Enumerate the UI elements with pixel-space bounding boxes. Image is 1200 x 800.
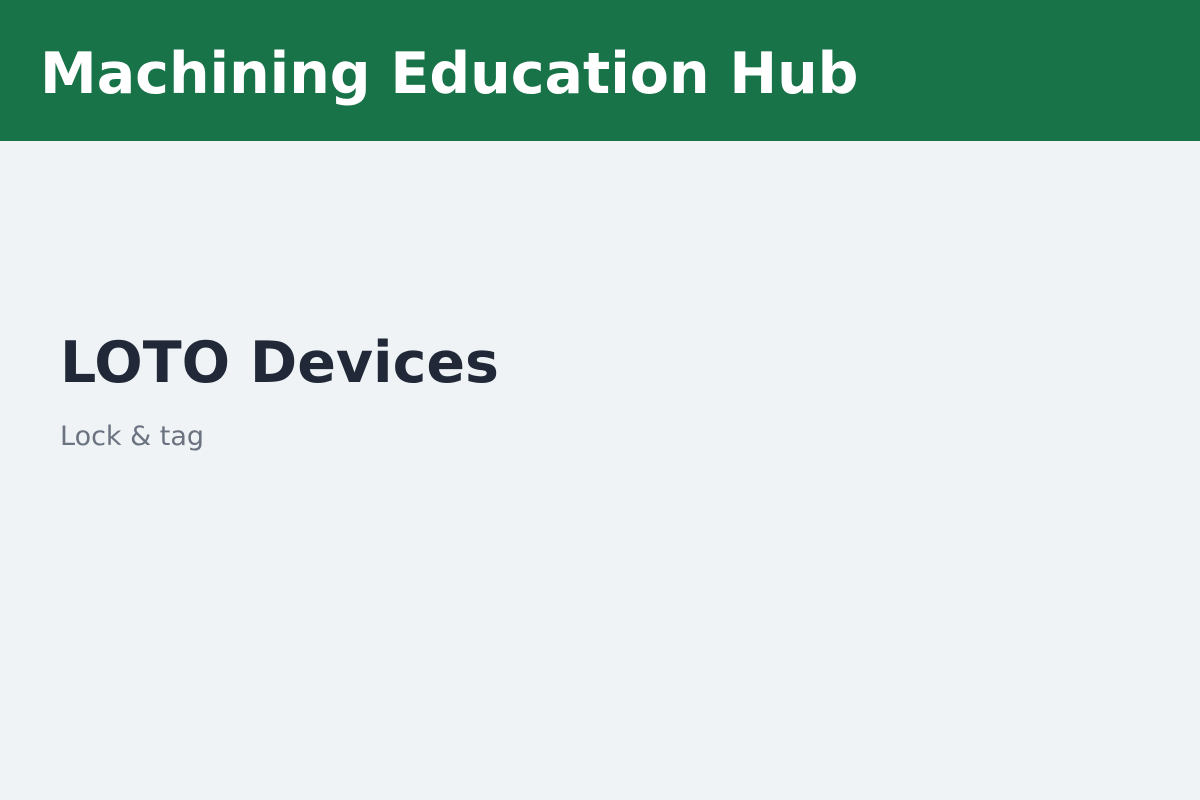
page-subtitle: Lock & tag	[60, 421, 205, 452]
top-header-bar: Machining Education Hub	[0, 0, 1200, 141]
app-title: Machining Education Hub	[40, 41, 859, 107]
main-content: LOTO Devices Lock & tag	[0, 141, 1200, 800]
page-title: LOTO Devices	[60, 330, 499, 396]
